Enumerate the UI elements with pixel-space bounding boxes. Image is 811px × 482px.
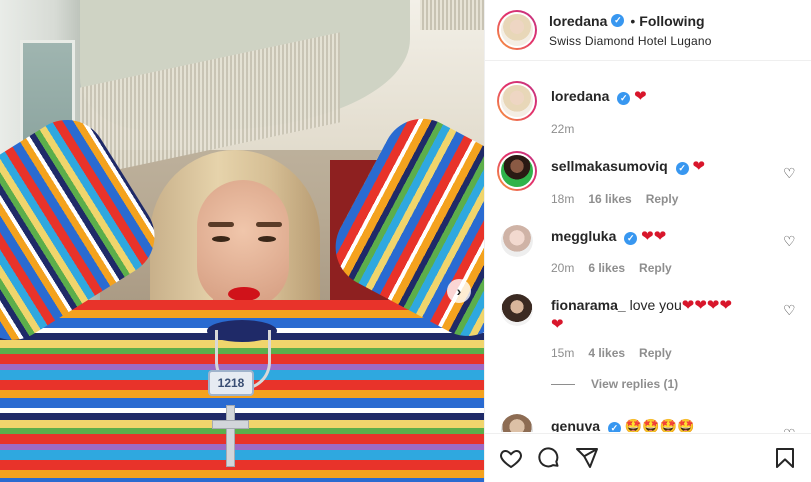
comment-line: sellmakasumoviq ✓ ❤ <box>551 157 803 175</box>
comment-meta: 15m 4 likes Reply <box>551 346 803 360</box>
heart-outline-icon[interactable]: ♡ <box>783 233 797 249</box>
comment-body: meggluka ✓ ❤❤ 20m 6 likes Reply <box>551 223 803 275</box>
photo-cross-bar <box>212 420 249 429</box>
comment-text: ❤❤ <box>641 228 667 245</box>
comment-line: genuva ✓ 🤩🤩🤩🤩 <box>551 418 803 432</box>
reply-button[interactable]: Reply <box>639 346 672 360</box>
comment-avatar[interactable] <box>501 225 533 257</box>
reply-button[interactable]: Reply <box>639 261 672 275</box>
view-replies-label: View replies (1) <box>591 377 679 391</box>
post-header-line: loredana ✓ • Following <box>549 13 712 29</box>
heart-outline-icon <box>500 449 522 469</box>
author-avatar[interactable] <box>497 10 537 50</box>
separator-dot: • <box>630 12 636 29</box>
reply-button[interactable]: Reply <box>646 192 679 206</box>
photo-lips <box>228 287 260 301</box>
caption-body: loredana ✓ ❤ 22m <box>551 81 803 136</box>
comment-text: ❤ <box>692 158 706 175</box>
chevron-right-icon: › <box>456 283 462 299</box>
comment-body: fionarama_ love you❤❤❤❤ ❤ 15m 4 likes Re… <box>551 294 803 360</box>
comment-username[interactable]: genuva <box>551 418 600 432</box>
comment-hearts: ❤❤❤❤ <box>681 297 733 314</box>
post-header-meta: loredana ✓ • Following Swiss Diamond Hot… <box>549 13 712 48</box>
heart-outline-icon[interactable]: ♡ <box>783 165 797 181</box>
verified-badge-icon: ✓ <box>624 232 638 245</box>
photo-fringe-right <box>420 0 484 30</box>
comment-avatar-image <box>501 294 533 326</box>
comment-line: fionarama_ love you❤❤❤❤ ❤ <box>551 296 803 334</box>
comment-avatar-image <box>501 225 533 257</box>
caption-time[interactable]: 22m <box>551 122 574 136</box>
heart-outline-icon[interactable]: ♡ <box>783 426 797 432</box>
like-button[interactable] <box>499 446 523 470</box>
photo-cross <box>226 405 235 467</box>
post-panel: loredana ✓ • Following Swiss Diamond Hot… <box>484 0 811 482</box>
comment-meta: 18m 16 likes Reply <box>551 192 803 206</box>
comments-list[interactable]: loredana ✓ ❤ 22m sellmakasumoviq ✓ ❤ 18m… <box>485 62 811 432</box>
comment-button[interactable] <box>537 446 561 470</box>
comment-item: genuva ✓ 🤩🤩🤩🤩 ♡ <box>497 414 803 432</box>
verified-badge-icon: ✓ <box>611 14 625 27</box>
comment-likes[interactable]: 4 likes <box>588 346 625 360</box>
comment-meta: 20m 6 likes Reply <box>551 261 803 275</box>
comment-text: love you <box>629 297 682 313</box>
comment-likes[interactable]: 16 likes <box>588 192 631 206</box>
following-button[interactable]: Following <box>639 13 704 29</box>
action-bar <box>485 433 811 482</box>
heart-outline-icon[interactable]: ♡ <box>783 302 797 318</box>
paper-plane-icon <box>576 448 598 468</box>
photo-brow-right <box>256 222 282 227</box>
share-button[interactable] <box>575 446 599 470</box>
comment-text: 🤩🤩🤩🤩 <box>624 418 695 432</box>
comment-avatar[interactable] <box>497 151 537 191</box>
caption-meta: 22m <box>551 122 803 136</box>
photo-name-tag: 1218 <box>208 370 254 396</box>
photo-eye-left <box>212 236 230 242</box>
comment-time[interactable]: 18m <box>551 192 574 206</box>
verified-badge-icon: ✓ <box>617 92 631 105</box>
comment-username[interactable]: fionarama_ <box>551 297 626 313</box>
comment-username[interactable]: meggluka <box>551 228 616 244</box>
comment-item: meggluka ✓ ❤❤ 20m 6 likes Reply ♡ <box>497 223 803 275</box>
caption-avatar[interactable] <box>497 81 537 121</box>
comment-icon <box>538 447 559 468</box>
photo-eye-right <box>258 236 276 242</box>
post-photo[interactable]: 1218 › <box>0 0 484 482</box>
comment-item: fionarama_ love you❤❤❤❤ ❤ 15m 4 likes Re… <box>497 294 803 360</box>
save-button[interactable] <box>773 446 797 470</box>
caption-line: loredana ✓ ❤ <box>551 87 803 105</box>
view-replies-button[interactable]: View replies (1) <box>551 377 678 391</box>
comment-likes[interactable]: 6 likes <box>588 261 625 275</box>
comment-avatar[interactable] <box>501 414 533 432</box>
replies-divider <box>551 383 575 385</box>
instagram-post-view: 1218 › loredana ✓ • Following Swiss Diam… <box>0 0 811 482</box>
comment-body: genuva ✓ 🤩🤩🤩🤩 <box>551 414 803 432</box>
comment-time[interactable]: 20m <box>551 261 574 275</box>
comment-username[interactable]: sellmakasumoviq <box>551 158 668 174</box>
verified-badge-icon: ✓ <box>607 422 621 432</box>
author-username[interactable]: loredana <box>549 13 607 29</box>
comment-avatar-image <box>499 153 535 189</box>
caption-avatar-image <box>499 83 535 119</box>
caption-text: ❤ <box>634 88 647 105</box>
comment-item: sellmakasumoviq ✓ ❤ 18m 16 likes Reply ♡ <box>497 151 803 206</box>
author-avatar-image <box>499 12 535 48</box>
comment-body: sellmakasumoviq ✓ ❤ 18m 16 likes Reply <box>551 151 803 206</box>
post-location[interactable]: Swiss Diamond Hotel Lugano <box>549 34 712 48</box>
comment-avatar[interactable] <box>501 294 533 326</box>
caption: loredana ✓ ❤ 22m <box>497 81 803 136</box>
carousel-next-button[interactable]: › <box>447 279 471 303</box>
verified-badge-icon: ✓ <box>675 162 689 175</box>
photo-brow-left <box>208 222 234 227</box>
post-header: loredana ✓ • Following Swiss Diamond Hot… <box>485 0 811 61</box>
caption-username[interactable]: loredana <box>551 88 609 104</box>
comment-time[interactable]: 15m <box>551 346 574 360</box>
comment-avatar-image <box>501 414 533 432</box>
comment-hearts-wrap: ❤ <box>551 316 564 333</box>
bookmark-icon <box>776 448 794 468</box>
comment-line: meggluka ✓ ❤❤ <box>551 227 803 245</box>
